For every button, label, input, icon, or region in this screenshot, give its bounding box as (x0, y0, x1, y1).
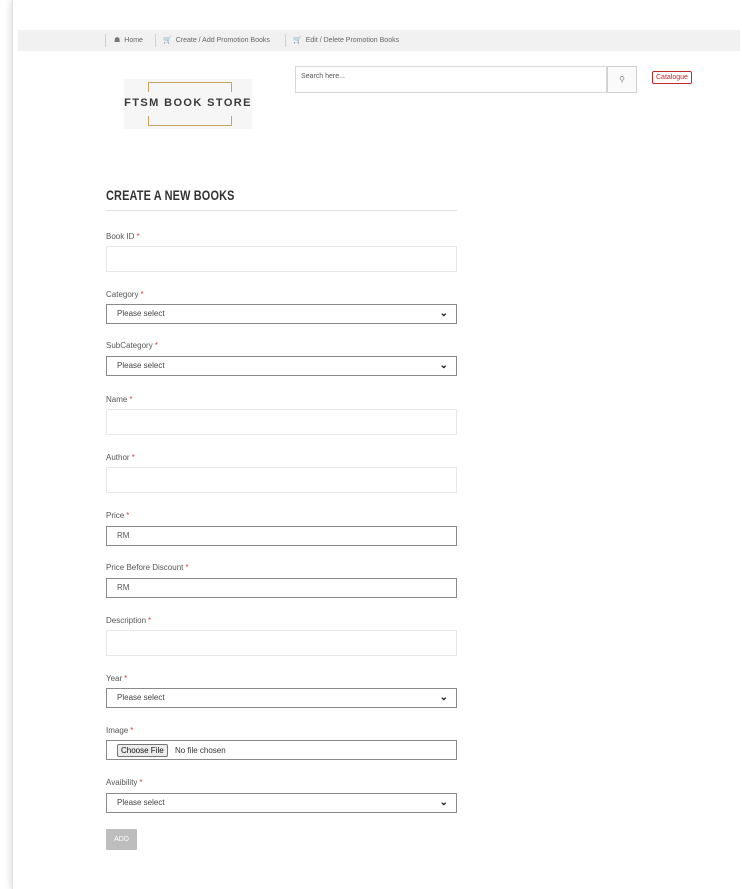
nav-item-edit-promotion[interactable]: 🛒 Edit / Delete Promotion Books (293, 30, 399, 51)
cart-icon: 🛒 (163, 37, 172, 44)
image-label: Image * (106, 726, 134, 735)
top-nav-bar: ☗ Home 🛒 Create / Add Promotion Books 🛒 Edi… (18, 30, 740, 51)
search-input[interactable]: Search here... (295, 66, 607, 93)
price-input[interactable]: RM (106, 526, 457, 546)
subcategory-select-value: Please select (117, 361, 165, 370)
availability-label: Avaibility * (106, 778, 143, 787)
nav-divider (155, 34, 156, 47)
chevron-down-icon: ⌄ (439, 308, 448, 319)
home-icon: ☗ (114, 37, 121, 44)
cart-icon: 🛒 (293, 37, 302, 44)
image-file-input[interactable]: Choose File No file chosen (106, 740, 457, 760)
nav-item-label: Edit / Delete Promotion Books (305, 37, 400, 44)
year-select-value: Please select (117, 693, 165, 702)
subcategory-select[interactable]: Please select ⌄ (106, 356, 457, 376)
price-before-discount-input[interactable]: RM (106, 578, 457, 598)
author-input[interactable] (106, 467, 457, 493)
availability-select[interactable]: Please select ⌄ (106, 793, 457, 813)
page-title: CREATE A NEW BOOKS (106, 187, 235, 203)
nav-divider (105, 34, 106, 47)
nav-divider (285, 34, 286, 47)
chevron-down-icon: ⌄ (439, 692, 448, 703)
logo-text: FTSM BOOK STORE (124, 97, 252, 109)
file-status-text: No file chosen (175, 746, 226, 755)
store-logo[interactable]: FTSM BOOK STORE (124, 79, 252, 129)
book-id-input[interactable] (106, 246, 457, 272)
author-label: Author * (106, 453, 135, 462)
book-id-label: Book ID * (106, 232, 140, 241)
choose-file-button[interactable]: Choose File (117, 744, 168, 757)
nav-item-home[interactable]: ☗ Home (114, 30, 143, 51)
search-button[interactable]: ⚲ (607, 66, 637, 93)
name-label: Name * (106, 395, 133, 404)
chevron-down-icon: ⌄ (439, 360, 448, 371)
catalogue-button[interactable]: Catalogue (652, 71, 692, 84)
year-label: Year * (106, 674, 128, 683)
description-input[interactable] (106, 630, 457, 656)
category-select-value: Please select (117, 309, 165, 318)
name-input[interactable] (106, 409, 457, 435)
nav-item-label: Home (124, 37, 143, 44)
nav-item-label: Create / Add Promotion Books (175, 37, 270, 44)
add-button[interactable]: ADD (106, 829, 137, 850)
search-icon: ⚲ (619, 75, 625, 84)
nav-item-create-promotion[interactable]: 🛒 Create / Add Promotion Books (163, 30, 270, 51)
title-divider (106, 210, 457, 211)
category-select[interactable]: Please select ⌄ (106, 304, 457, 324)
price-before-discount-label: Price Before Discount * (106, 563, 189, 572)
subcategory-label: SubCategory * (106, 341, 158, 350)
availability-select-value: Please select (117, 798, 165, 807)
description-label: Description * (106, 616, 152, 625)
chevron-down-icon: ⌄ (439, 797, 448, 808)
price-label: Price * (106, 511, 130, 520)
year-select[interactable]: Please select ⌄ (106, 688, 457, 708)
category-label: Category * (106, 290, 144, 299)
